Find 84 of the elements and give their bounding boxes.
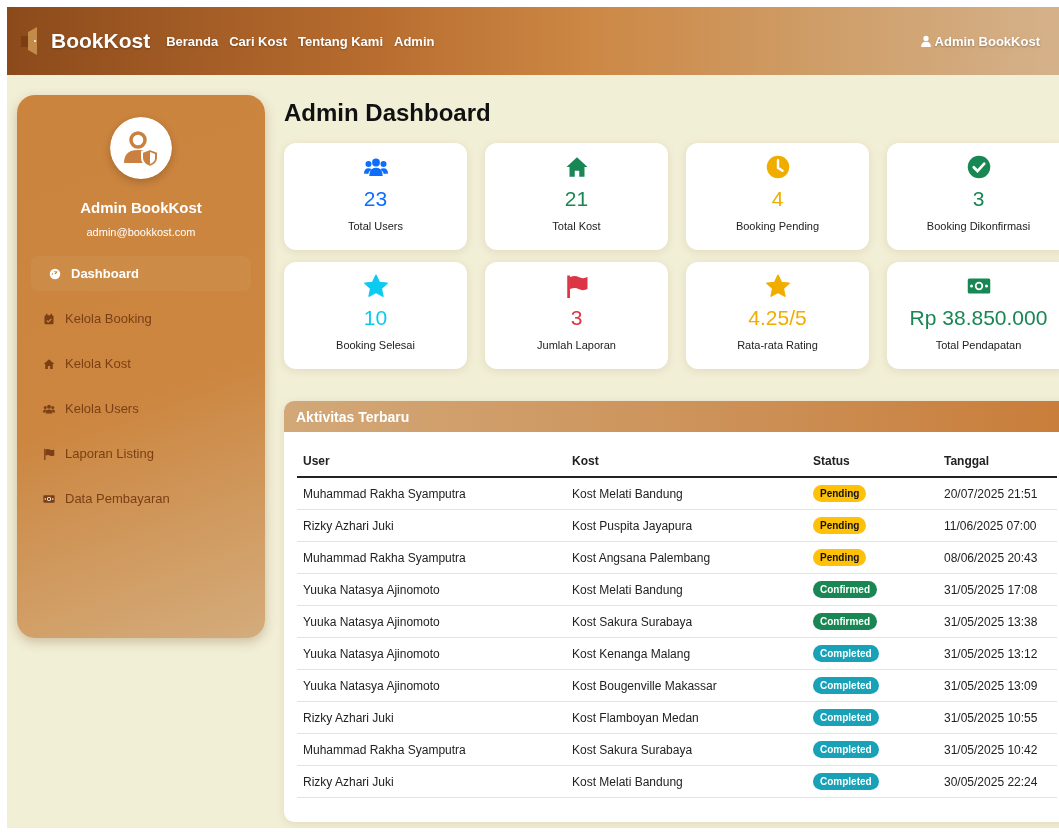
sidebar-item[interactable]: Data Pembayaran — [31, 481, 251, 516]
sidebar-item[interactable]: Dashboard — [31, 256, 251, 291]
table-cell: Kost Sakura Surabaya — [566, 733, 807, 766]
table-cell: 30/05/2025 22:24 — [938, 765, 1057, 798]
stat-label: Total Users — [348, 220, 403, 232]
nav-link[interactable]: Cari Kost — [229, 33, 287, 49]
flag-icon — [43, 447, 55, 460]
stat-value: 10 — [363, 306, 388, 330]
table-cell: 31/05/2025 10:42 — [938, 733, 1057, 766]
table-cell: Yuuka Natasya Ajinomoto — [297, 669, 566, 702]
table-cell: Kost Flamboyan Medan — [566, 701, 807, 734]
table-cell: Yuuka Natasya Ajinomoto — [297, 605, 566, 638]
column-header: Kost — [566, 446, 807, 477]
stat-value: Rp 38.850.000 — [909, 306, 1048, 330]
banknote-icon — [43, 492, 55, 505]
status-badge: Completed — [813, 773, 879, 790]
stat-value: 4.25/5 — [748, 306, 807, 330]
table-cell: 20/07/2025 21:51 — [938, 477, 1057, 510]
stat-label: Total Pendapatan — [935, 339, 1022, 351]
sidebar-item[interactable]: Kelola Users — [31, 391, 251, 426]
gauge-icon — [49, 267, 61, 280]
nav-link[interactable]: Beranda — [166, 33, 219, 49]
users-icon — [43, 402, 55, 415]
stat-value: 3 — [570, 306, 583, 330]
stat-value: 21 — [564, 187, 589, 211]
table-cell: Kost Kenanga Malang — [566, 637, 807, 670]
table-cell: Kost Puspita Jayapura — [566, 509, 807, 542]
status-badge: Confirmed — [813, 581, 877, 598]
table-cell: Muhammad Rakha Syamputra — [297, 541, 566, 574]
table-cell: 08/06/2025 20:43 — [938, 541, 1057, 574]
stat-label: Jumlah Laporan — [537, 339, 616, 351]
sidebar-item[interactable]: Kelola Booking — [31, 301, 251, 336]
stat-value: 4 — [771, 187, 784, 211]
column-header: Status — [807, 446, 938, 477]
admin-name: Admin BookKost — [80, 199, 202, 216]
table-cell: 11/06/2025 07:00 — [938, 509, 1057, 542]
table-cell: 31/05/2025 13:38 — [938, 605, 1057, 638]
table-cell: 31/05/2025 13:09 — [938, 669, 1057, 702]
table-cell: Kost Bougenville Makassar — [566, 669, 807, 702]
status-badge: Pending — [813, 549, 867, 566]
table-cell: Yuuka Natasya Ajinomoto — [297, 573, 566, 606]
table-cell: Muhammad Rakha Syamputra — [297, 733, 566, 766]
status-badge: Completed — [813, 741, 879, 758]
table-cell: Rizky Azhari Juki — [297, 701, 566, 734]
stat-value: 23 — [363, 187, 388, 211]
table-cell: 31/05/2025 10:55 — [938, 701, 1057, 734]
house-icon — [43, 357, 55, 370]
user-menu[interactable]: Admin BookKost — [919, 7, 1040, 75]
admin-email: admin@bookkost.com — [86, 226, 196, 238]
table-cell: Kost Melati Bandung — [566, 477, 807, 510]
table-cell: Muhammad Rakha Syamputra — [297, 477, 566, 510]
table-cell: Kost Angsana Palembang — [566, 541, 807, 574]
stat-label: Rata-rata Rating — [737, 339, 818, 351]
table-cell: Kost Sakura Surabaya — [566, 605, 807, 638]
calendar-icon — [43, 312, 55, 325]
status-badge: Pending — [813, 485, 867, 502]
admin-avatar-icon — [110, 117, 172, 179]
stat-label: Booking Selesai — [336, 339, 415, 351]
stat-value: 3 — [972, 187, 985, 211]
stat-label: Booking Pending — [735, 220, 820, 232]
status-badge: Pending — [813, 517, 867, 534]
table-cell: Kost Melati Bandung — [566, 573, 807, 606]
table-cell: Rizky Azhari Juki — [297, 509, 566, 542]
nav-link[interactable]: Admin — [394, 33, 435, 49]
status-badge: Completed — [813, 709, 879, 726]
status-badge: Confirmed — [813, 613, 877, 630]
sidebar-item[interactable]: Kelola Kost — [31, 346, 251, 381]
table-cell: Rizky Azhari Juki — [297, 765, 566, 798]
status-badge: Completed — [813, 645, 879, 662]
status-badge: Completed — [813, 677, 879, 694]
user-icon — [919, 35, 932, 47]
table-cell: 31/05/2025 17:08 — [938, 573, 1057, 606]
nav-link[interactable]: Tentang Kami — [298, 33, 383, 49]
panel-title: Aktivitas Terbaru — [296, 408, 410, 425]
table-cell: Kost Melati Bandung — [566, 765, 807, 798]
page-title: Admin Dashboard — [284, 98, 491, 128]
column-header: Tanggal — [938, 446, 1057, 477]
brand-name[interactable]: BookKost — [51, 29, 151, 53]
stat-label: Total Kost — [552, 220, 601, 232]
stat-label: Booking Dikonfirmasi — [926, 220, 1031, 232]
sidebar-item[interactable]: Laporan Listing — [31, 436, 251, 471]
table-cell: 31/05/2025 13:12 — [938, 637, 1057, 670]
table-cell: Yuuka Natasya Ajinomoto — [297, 637, 566, 670]
column-header: User — [297, 446, 566, 477]
